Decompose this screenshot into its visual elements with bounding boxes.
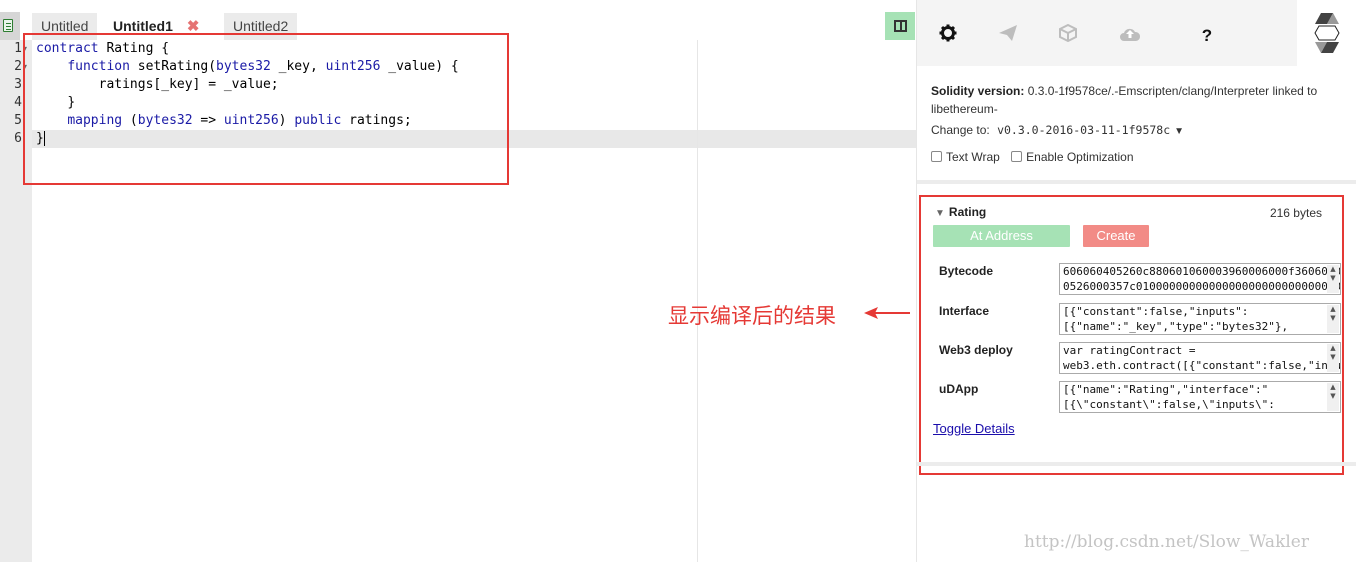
- right-panel: ? Solidity version: 0.3.0-1f9578ce/.-Ems…: [916, 0, 1356, 562]
- options-row: Text Wrap Enable Optimization: [931, 150, 1134, 164]
- bytecode-output[interactable]: 606060405260c880601060003960006000f36060…: [1059, 263, 1341, 295]
- bytecode-label: Bytecode: [939, 264, 994, 278]
- output-line: [{"name":"Rating","interface":": [1063, 383, 1269, 396]
- optimization-checkbox[interactable]: [1011, 151, 1023, 162]
- code-annotation-box: [23, 33, 509, 185]
- line-number: 1: [14, 41, 22, 56]
- tab-label: Untitled2: [233, 18, 289, 34]
- divider: [917, 180, 1356, 184]
- cube-icon[interactable]: [1054, 22, 1082, 50]
- cloud-upload-icon[interactable]: [1116, 22, 1144, 50]
- scroll-arrows-icon[interactable]: ▲ ▼: [1327, 383, 1339, 411]
- annotation-text: 显示编译后的结果: [668, 304, 836, 328]
- scroll-arrows-icon[interactable]: ▲ ▼: [1327, 305, 1339, 333]
- contract-name: Rating: [948, 205, 987, 219]
- paper-plane-icon[interactable]: [994, 22, 1022, 50]
- tab-label: Untitled: [41, 18, 89, 34]
- collapse-triangle-icon[interactable]: ▼: [935, 208, 945, 219]
- arrow-left-icon: [864, 307, 910, 319]
- version-select[interactable]: v0.3.0-2016-03-11-1f9578c: [997, 123, 1170, 137]
- panel-nav: ?: [917, 0, 1297, 66]
- text-wrap-label: Text Wrap: [946, 150, 1000, 164]
- change-version[interactable]: Change to: v0.3.0-2016-03-11-1f9578c ▼: [931, 123, 1184, 137]
- udapp-label: uDApp: [939, 382, 979, 396]
- line-number: 4: [14, 95, 22, 110]
- output-line: 606060405260c880601060003960006000f36060…: [1063, 265, 1341, 278]
- line-number: 6: [14, 131, 22, 146]
- output-line: [{"constant":false,"inputs":: [1063, 305, 1249, 318]
- question-icon[interactable]: ?: [1193, 22, 1221, 50]
- contract-output: ▼ Rating 216 bytes At Address Create Byte…: [919, 195, 1344, 475]
- interface-output[interactable]: [{"constant":false,"inputs": [{"name":"_…: [1059, 303, 1341, 335]
- contract-size: 216 bytes: [1269, 206, 1322, 220]
- version-label: Solidity version:: [931, 84, 1025, 98]
- output-line: 0526000357c01000000000000000000000000000…: [1063, 280, 1341, 293]
- divider: [917, 462, 1356, 466]
- output-line: var ratingContract =: [1063, 344, 1196, 357]
- text-wrap-checkbox[interactable]: [931, 151, 942, 162]
- interface-label: Interface: [939, 304, 990, 318]
- solidity-logo-icon: [1314, 13, 1340, 53]
- tab-label: Untitled1: [113, 18, 173, 34]
- udapp-output[interactable]: [{"name":"Rating","interface":" [{\"cons…: [1059, 381, 1341, 413]
- web3-deploy-label: Web3 deploy: [939, 343, 1013, 357]
- web3-deploy-output[interactable]: var ratingContract = web3.eth.contract([…: [1059, 342, 1341, 374]
- caret-down-icon[interactable]: ▼: [1174, 126, 1184, 137]
- scroll-arrows-icon[interactable]: ▲ ▼: [1327, 265, 1339, 293]
- toggle-details-link[interactable]: Toggle Details: [933, 421, 1015, 436]
- output-line: [{\"constant\":false,\"inputs\":: [1063, 398, 1275, 411]
- compiler-settings: Solidity version: 0.3.0-1f9578ce/.-Emscr…: [917, 66, 1356, 180]
- line-number: 5: [14, 113, 22, 128]
- optimization-label: Enable Optimization: [1026, 150, 1134, 164]
- gear-icon[interactable]: [934, 22, 962, 50]
- line-number: 2: [14, 59, 22, 74]
- contract-title[interactable]: ▼ Rating: [935, 205, 986, 219]
- file-icon[interactable]: [0, 12, 20, 40]
- scroll-arrows-icon[interactable]: ▲ ▼: [1327, 344, 1339, 372]
- line-number: 3: [14, 77, 22, 92]
- change-to-label: Change to:: [931, 123, 990, 137]
- output-line: [{"name":"_key","type":"bytes32"},: [1063, 320, 1289, 333]
- watermark: http://blog.csdn.net/Slow_Wakler: [1024, 532, 1309, 552]
- create-button[interactable]: Create: [1083, 225, 1149, 247]
- panel-toggle-icon[interactable]: [885, 12, 915, 40]
- at-address-button[interactable]: At Address: [933, 225, 1070, 247]
- output-line: web3.eth.contract([{"constant":false,"in…: [1063, 359, 1341, 372]
- solidity-version: Solidity version: 0.3.0-1f9578ce/.-Emscr…: [931, 82, 1331, 118]
